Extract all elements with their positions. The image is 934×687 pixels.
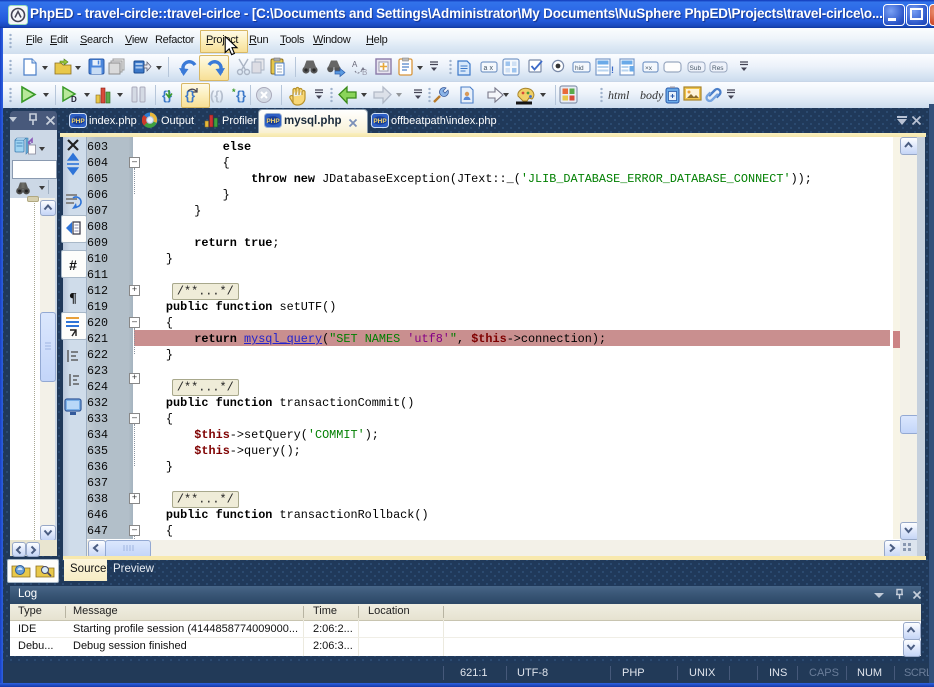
svg-text:hid: hid: [575, 65, 584, 72]
svg-text:html: html: [608, 88, 630, 102]
svg-text:×x: ×x: [645, 65, 653, 72]
svg-text:x: x: [490, 65, 494, 72]
svg-text:PHP: PHP: [71, 118, 85, 125]
svg-text:!: !: [611, 65, 614, 75]
svg-text:¶: ¶: [69, 291, 77, 306]
svg-text:D: D: [71, 95, 77, 104]
svg-text:PHP: PHP: [266, 118, 280, 125]
svg-text:Sub: Sub: [690, 65, 702, 72]
svg-text:PHP: PHP: [373, 118, 387, 125]
svg-text:({): ({): [210, 88, 224, 103]
svg-text:a: a: [484, 65, 488, 72]
svg-text:{}: {}: [236, 88, 246, 103]
svg-text:#: #: [69, 257, 77, 273]
svg-text:body: body: [640, 88, 664, 102]
svg-text:A: A: [352, 60, 358, 69]
svg-text:Res: Res: [712, 65, 724, 72]
